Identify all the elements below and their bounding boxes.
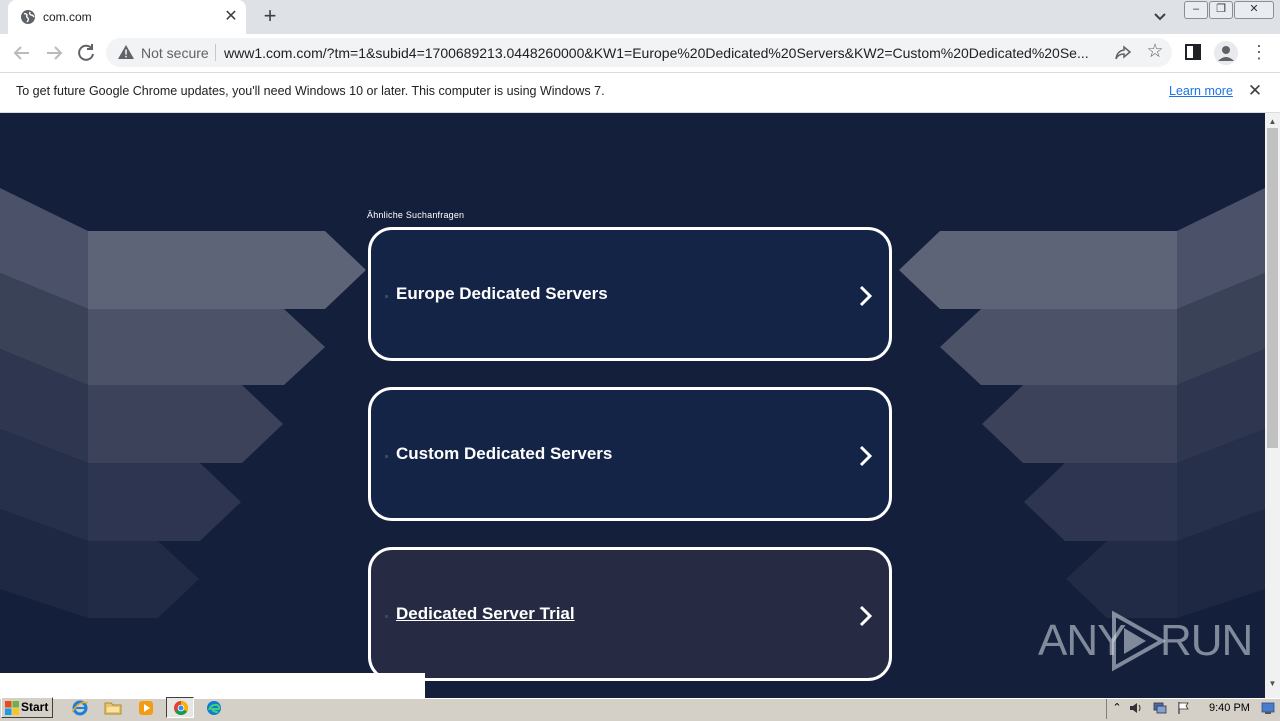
- tab-close-icon[interactable]: ✕: [222, 8, 240, 26]
- show-desktop-icon[interactable]: [1261, 701, 1275, 715]
- media-player-icon[interactable]: [137, 700, 155, 716]
- related-searches-label: Ähnliche Suchanfragen: [367, 210, 465, 220]
- window-minimize-button[interactable]: –: [1184, 1, 1208, 19]
- learn-more-link[interactable]: Learn more: [1169, 84, 1233, 98]
- scroll-up-button[interactable]: ▲: [1265, 116, 1280, 128]
- play-logo-icon: [1112, 610, 1167, 672]
- network-icon[interactable]: [1153, 701, 1167, 715]
- chevron-right-icon: [859, 445, 873, 467]
- search-card[interactable]: Europe Dedicated Servers: [368, 227, 892, 361]
- start-button[interactable]: Start: [1, 697, 53, 718]
- card-bullet: [385, 455, 388, 458]
- reload-icon[interactable]: [73, 40, 99, 66]
- loading-overlay-strip: [0, 673, 425, 698]
- profile-icon[interactable]: [1214, 41, 1238, 65]
- card-title[interactable]: Dedicated Server Trial: [396, 604, 575, 624]
- share-icon[interactable]: [1114, 44, 1132, 62]
- globe-icon: [21, 10, 35, 24]
- kebab-menu-icon[interactable]: ⋮: [1250, 42, 1268, 62]
- infobar-close-icon[interactable]: ✕: [1246, 82, 1264, 100]
- tab-strip: com.com ✕ + – ❐ ✕: [0, 0, 1280, 34]
- tray-expand-icon[interactable]: ⌃: [1110, 701, 1124, 715]
- anyrun-watermark: ANY RUN: [1038, 608, 1253, 672]
- window-maximize-button[interactable]: ❐: [1209, 1, 1233, 19]
- card-bullet: [385, 295, 388, 298]
- star-icon[interactable]: ☆: [1145, 42, 1165, 62]
- windows-logo-icon: [5, 701, 19, 715]
- warning-icon[interactable]: [118, 45, 134, 59]
- search-card[interactable]: Custom Dedicated Servers: [368, 387, 892, 521]
- chevron-right-icon: [859, 605, 873, 627]
- window-close-button[interactable]: ✕: [1234, 1, 1274, 19]
- forward-arrow-icon[interactable]: [41, 40, 67, 66]
- security-status[interactable]: Not secure: [141, 45, 209, 61]
- omnibox-divider: [215, 44, 216, 61]
- chevron-right-icon: [859, 285, 873, 307]
- taskbar-clock[interactable]: 9:40 PM: [1209, 702, 1250, 714]
- scroll-thumb[interactable]: [1267, 128, 1278, 448]
- new-tab-button[interactable]: +: [258, 5, 282, 29]
- volume-icon[interactable]: [1129, 701, 1143, 715]
- chrome-icon[interactable]: [172, 700, 190, 716]
- edge-icon[interactable]: [205, 700, 223, 716]
- back-arrow-icon[interactable]: [9, 40, 35, 66]
- flag-icon[interactable]: [1177, 701, 1191, 715]
- card-title[interactable]: Custom Dedicated Servers: [396, 444, 612, 464]
- search-card[interactable]: Dedicated Server Trial: [368, 547, 892, 681]
- url-text[interactable]: www1.com.com/?tm=1&subid4=1700689213.044…: [224, 45, 1104, 61]
- ie-icon[interactable]: [71, 700, 89, 716]
- side-panel-icon[interactable]: [1185, 44, 1201, 60]
- start-label: Start: [21, 700, 49, 714]
- infobar-message: To get future Google Chrome updates, you…: [16, 84, 605, 98]
- card-title[interactable]: Europe Dedicated Servers: [396, 284, 608, 304]
- tab-active[interactable]: com.com ✕: [8, 0, 246, 34]
- scroll-down-button[interactable]: ▼: [1265, 678, 1280, 690]
- folder-icon[interactable]: [104, 700, 122, 716]
- tab-title: com.com: [43, 10, 92, 24]
- card-bullet: [385, 615, 388, 618]
- watermark-text-right: RUN: [1160, 616, 1253, 665]
- chevron-down-icon[interactable]: [1150, 8, 1170, 26]
